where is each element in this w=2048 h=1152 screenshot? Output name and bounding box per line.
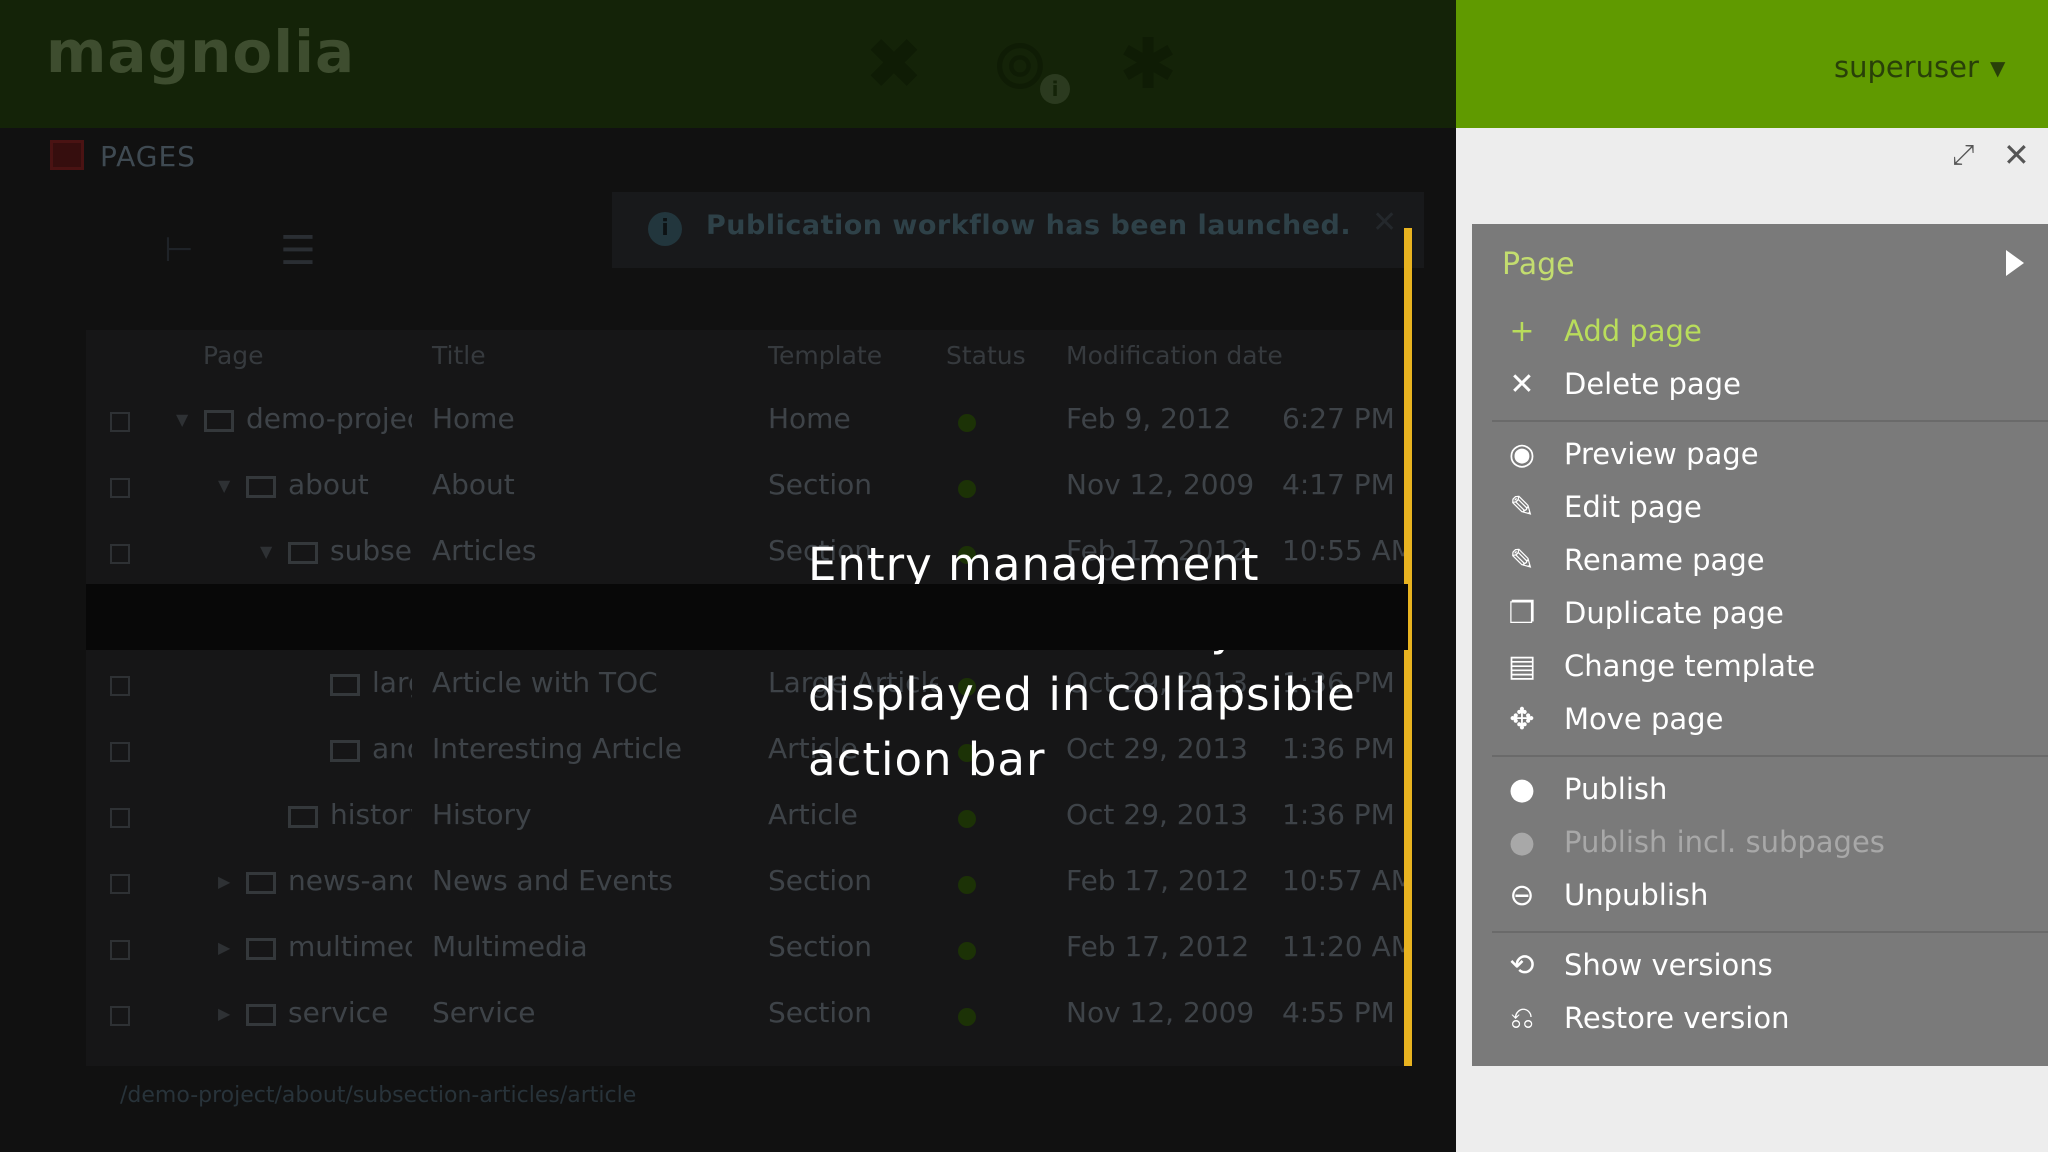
- restore-icon: ⎌: [1510, 1001, 1534, 1036]
- action-unpublish[interactable]: Unpublish: [1564, 878, 1708, 912]
- list-view-icon[interactable]: ☰: [280, 228, 316, 274]
- action-preview-page[interactable]: Preview page: [1564, 437, 1759, 471]
- action-group-divider: [1492, 420, 2048, 422]
- pages-app-icon: [50, 140, 84, 170]
- table-row[interactable]: [86, 980, 1408, 1046]
- action-group-divider: [1492, 755, 2048, 757]
- move-icon: ✥: [1509, 702, 1535, 737]
- pencil-icon: ✎: [1509, 490, 1535, 525]
- info-icon: i: [648, 212, 682, 246]
- action-publish[interactable]: Publish: [1564, 772, 1667, 806]
- asterisk-icon[interactable]: ✱: [1112, 28, 1184, 100]
- pencil-icon: ✎: [1509, 543, 1535, 578]
- table-row[interactable]: [86, 848, 1408, 914]
- publish-icon: ●: [1508, 772, 1536, 807]
- publish-subpages-icon: ●: [1508, 825, 1536, 860]
- action-delete-page[interactable]: Delete page: [1564, 367, 1741, 401]
- notification-message: Publication workflow has been launched.: [706, 210, 1352, 241]
- actionbar: [1472, 224, 2048, 1066]
- action-publish-incl-subpages: Publish incl. subpages: [1564, 825, 1885, 859]
- actionbar-section-title: Page: [1502, 247, 1575, 282]
- chevron-down-icon[interactable]: ▼: [1990, 56, 2005, 80]
- action-duplicate-page[interactable]: Duplicate page: [1564, 596, 1784, 630]
- versions-icon: ⟲: [1509, 948, 1535, 983]
- table-row[interactable]: [86, 650, 1408, 716]
- table-row[interactable]: [86, 386, 1408, 452]
- table-row[interactable]: [86, 914, 1408, 980]
- breadcrumb-path: /demo-project/about/subsection-articles/…: [120, 1083, 637, 1108]
- app-title: PAGES: [100, 140, 196, 173]
- action-change-template[interactable]: Change template: [1564, 649, 1815, 683]
- eye-icon: ◉: [1508, 437, 1536, 472]
- action-group-divider: [1492, 931, 2048, 933]
- action-restore-version[interactable]: Restore version: [1564, 1001, 1789, 1035]
- column-header-modification-date[interactable]: Modification date: [1066, 341, 1283, 370]
- user-menu[interactable]: superuser: [1834, 50, 1979, 84]
- action-show-versions[interactable]: Show versions: [1564, 948, 1773, 982]
- action-rename-page[interactable]: Rename page: [1564, 543, 1765, 577]
- action-edit-page[interactable]: Edit page: [1564, 490, 1702, 524]
- unpublish-icon: ⊖: [1509, 878, 1535, 913]
- column-header-status[interactable]: Status: [946, 341, 1026, 370]
- close-icon[interactable]: ✕: [1372, 205, 1397, 240]
- action-move-page[interactable]: Move page: [1564, 702, 1723, 736]
- tree-view-icon[interactable]: ⊢: [164, 230, 194, 270]
- delete-icon: ✕: [1509, 367, 1535, 402]
- column-header-page[interactable]: Page: [203, 341, 264, 370]
- plus-icon: +: [1509, 314, 1535, 349]
- table-row[interactable]: [86, 518, 1408, 584]
- table-row[interactable]: [86, 452, 1408, 518]
- collapse-arrow-icon[interactable]: [2006, 250, 2024, 276]
- magnolia-logo[interactable]: magnolia: [46, 18, 355, 86]
- expand-icon[interactable]: ⤢: [1952, 138, 1974, 172]
- table-row[interactable]: [86, 782, 1408, 848]
- close-icon[interactable]: ✕: [2003, 136, 2030, 174]
- table-row[interactable]: [86, 584, 1408, 650]
- cross-arrows-icon[interactable]: ✖: [858, 28, 930, 100]
- column-header-template[interactable]: Template: [768, 341, 882, 370]
- table-row[interactable]: [86, 716, 1408, 782]
- column-header-title[interactable]: Title: [432, 341, 486, 370]
- duplicate-icon: ❐: [1508, 596, 1536, 631]
- action-add-page[interactable]: Add page: [1564, 314, 1702, 348]
- template-icon: ▤: [1507, 649, 1537, 684]
- notification-badge[interactable]: i: [1040, 74, 1070, 104]
